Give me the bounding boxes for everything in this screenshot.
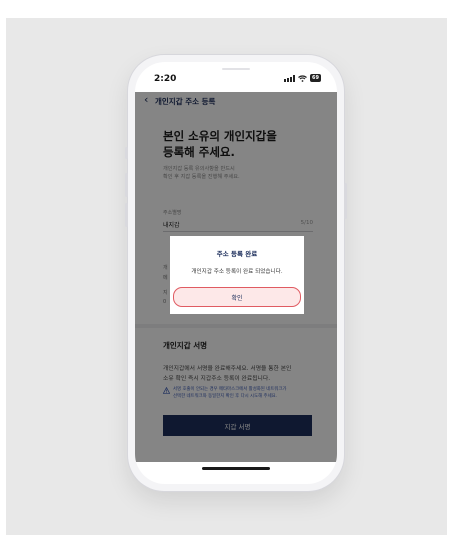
dialog-message: 개인지갑 주소 등록이 완료 되었습니다. — [191, 269, 283, 275]
battery-icon: 69 — [310, 74, 321, 82]
phone-frame: 2:20 69 ‹ 개인지갑 주소 등록 본인 소유의 개인지갑을 등록해 주세… — [125, 55, 347, 491]
wifi-icon — [298, 74, 307, 82]
phone-screen: 2:20 69 ‹ 개인지갑 주소 등록 본인 소유의 개인지갑을 등록해 주세… — [135, 62, 337, 484]
phone-power-button — [344, 183, 347, 219]
phone-volume-up-button — [125, 173, 128, 197]
home-indicator[interactable] — [202, 467, 270, 470]
phone-mute-switch — [125, 147, 128, 159]
confirm-button[interactable]: 확인 — [173, 287, 301, 307]
signal-icon — [284, 74, 296, 82]
phone-volume-down-button — [125, 203, 128, 227]
completion-dialog: 주소 등록 완료 개인지갑 주소 등록이 완료 되었습니다. 확인 — [170, 236, 304, 314]
status-time: 2:20 — [154, 74, 177, 84]
dialog-title: 주소 등록 완료 — [216, 250, 258, 258]
speaker-grille — [222, 68, 250, 70]
status-icons: 69 — [284, 74, 321, 82]
